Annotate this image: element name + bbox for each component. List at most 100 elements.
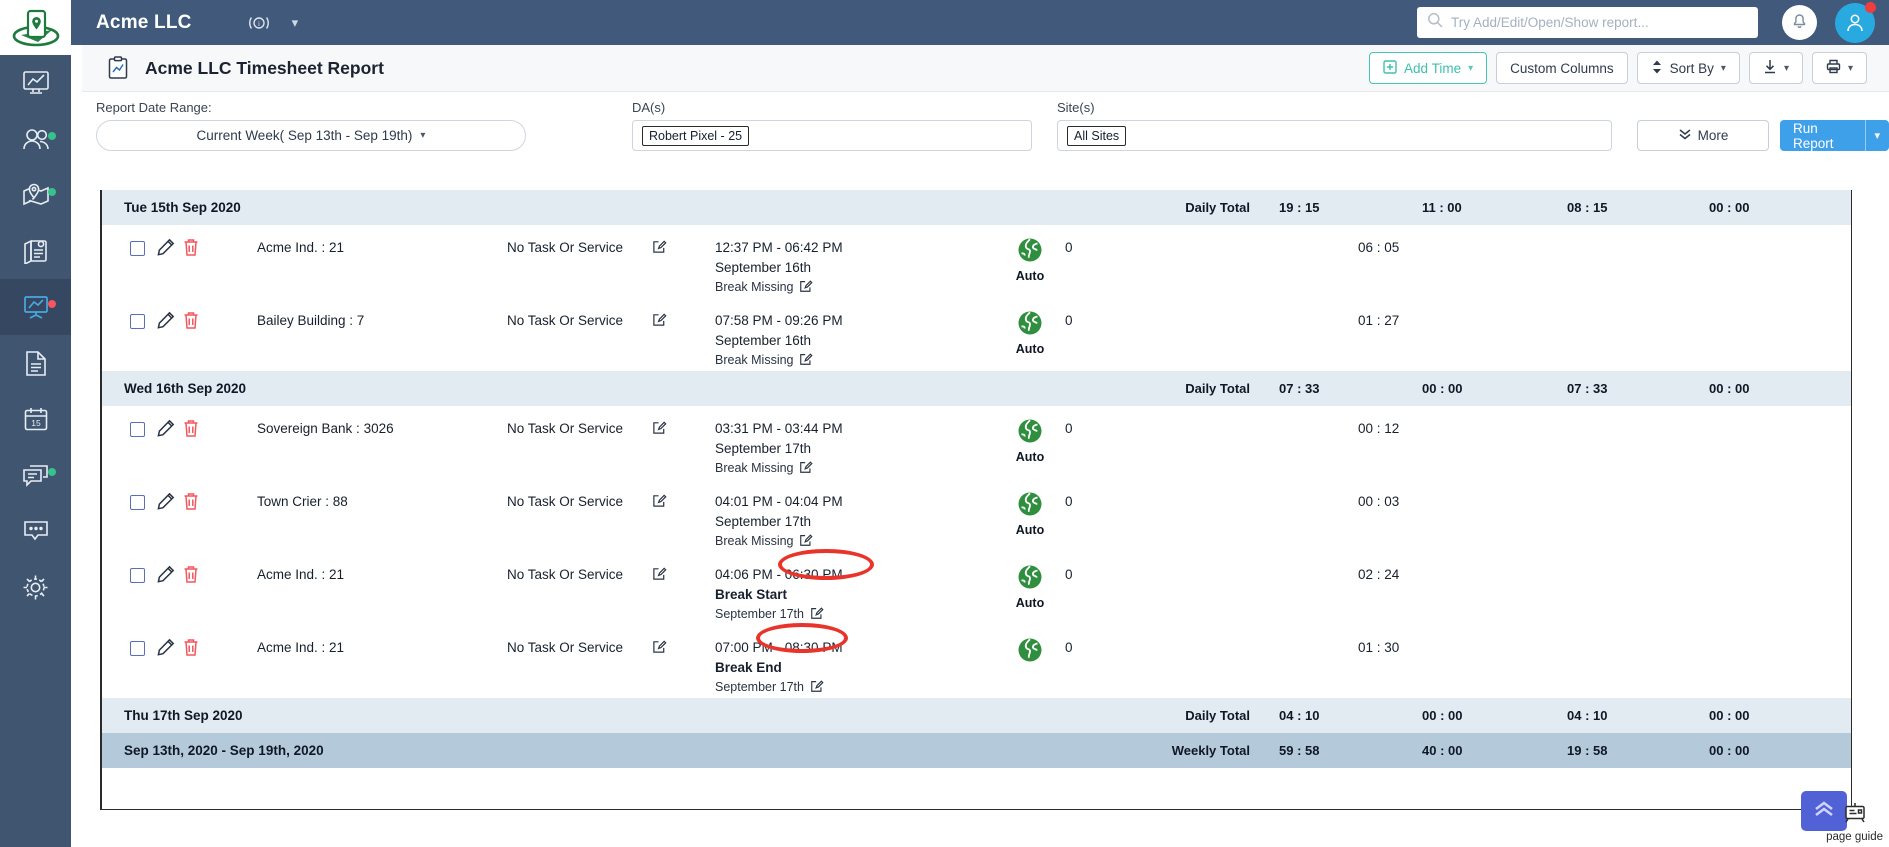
total-value: 04 : 10: [1279, 708, 1319, 723]
edit-note-icon[interactable]: [799, 533, 813, 552]
table-row[interactable]: Sovereign Bank : 3026No Task Or Service0…: [102, 406, 1851, 479]
sidebar-item-documents[interactable]: [0, 335, 71, 391]
time-range: 12:37 PM - 06:42 PM: [715, 240, 843, 255]
delete-row-icon[interactable]: [182, 638, 200, 662]
chevron-down-icon[interactable]: ▾: [292, 15, 299, 31]
total-label: Weekly Total: [1160, 743, 1250, 758]
table-row[interactable]: Acme Ind. : 21No Task Or Service07:00 PM…: [102, 625, 1851, 698]
sort-by-button[interactable]: Sort By ▾: [1637, 52, 1740, 84]
row-checkbox[interactable]: [130, 422, 145, 437]
row-checkbox[interactable]: [130, 314, 145, 329]
status-dot-team: [48, 132, 56, 140]
site-chip[interactable]: All Sites: [1067, 126, 1126, 146]
table-row[interactable]: Bailey Building : 7No Task Or Service07:…: [102, 298, 1851, 371]
sidebar-item-dashboard[interactable]: [0, 55, 71, 111]
delete-row-icon[interactable]: [182, 419, 200, 443]
table-row[interactable]: Town Crier : 88No Task Or Service04:01 P…: [102, 479, 1851, 552]
custom-columns-button[interactable]: Custom Columns: [1496, 52, 1628, 84]
break-label: Break End: [715, 660, 782, 675]
date-range-value: Current Week( Sep 13th - Sep 19th): [197, 128, 413, 143]
chevron-down-icon: ▾: [1848, 63, 1853, 74]
sidebar-item-more[interactable]: [0, 503, 71, 559]
delete-row-icon[interactable]: [182, 238, 200, 262]
entry-date: September 17th: [715, 514, 811, 529]
edit-note-icon[interactable]: [810, 606, 824, 625]
global-search[interactable]: [1417, 7, 1758, 38]
edit-note-icon[interactable]: [652, 493, 667, 513]
row-checkbox[interactable]: [130, 241, 145, 256]
total-value: 59 : 58: [1279, 743, 1319, 758]
table-row[interactable]: Acme Ind. : 21No Task Or Service04:06 PM…: [102, 552, 1851, 625]
entry-date: September 16th: [715, 333, 811, 348]
row-checkbox[interactable]: [130, 495, 145, 510]
calendar-15-icon: 15: [23, 406, 49, 432]
da-chip[interactable]: Robert Pixel - 25: [642, 126, 749, 146]
task-name: No Task Or Service: [507, 421, 623, 436]
group-title: Tue 15th Sep 2020: [124, 200, 241, 215]
app-logo[interactable]: [0, 0, 71, 55]
edit-note-icon[interactable]: [652, 566, 667, 586]
chevron-down-icon[interactable]: ▾: [1865, 129, 1889, 142]
more-filters-button[interactable]: More: [1637, 120, 1769, 151]
sidebar-item-reports[interactable]: [0, 279, 71, 335]
run-report-button[interactable]: Run Report ▾: [1780, 120, 1889, 151]
table-row[interactable]: Acme Ind. : 21No Task Or Service12:37 PM…: [102, 225, 1851, 298]
status-dot-messages: [48, 468, 56, 476]
print-icon: [1826, 59, 1841, 77]
entry-date: September 17th: [715, 680, 804, 694]
source-label: Auto: [1002, 450, 1058, 464]
notifications-button[interactable]: [1782, 5, 1817, 40]
edit-note-icon[interactable]: [652, 639, 667, 659]
weekly-total-row: Sep 13th, 2020 - Sep 19th, 2020Weekly To…: [102, 733, 1851, 768]
sidebar-item-tasks[interactable]: [0, 223, 71, 279]
row-checkbox[interactable]: [130, 568, 145, 583]
date-range-select[interactable]: Current Week( Sep 13th - Sep 19th) ▾: [96, 120, 526, 151]
page-guide-icon: [1842, 803, 1868, 830]
delete-row-icon[interactable]: [182, 311, 200, 335]
da-select[interactable]: Robert Pixel - 25: [632, 120, 1032, 151]
sort-icon: [1651, 60, 1663, 77]
edit-row-icon[interactable]: [157, 492, 175, 515]
page-title: Acme LLC Timesheet Report: [145, 58, 384, 79]
edit-note-icon[interactable]: [652, 239, 667, 259]
edit-note-icon[interactable]: [799, 460, 813, 479]
bell-icon: [1790, 11, 1809, 35]
delete-row-icon[interactable]: [182, 492, 200, 516]
print-button[interactable]: ▾: [1812, 52, 1867, 84]
sidebar-item-settings[interactable]: [0, 559, 71, 615]
group-title: Thu 17th Sep 2020: [124, 708, 243, 723]
edit-row-icon[interactable]: [157, 238, 175, 261]
edit-row-icon[interactable]: [157, 311, 175, 334]
site-select[interactable]: All Sites: [1057, 120, 1612, 151]
info-broadcast-icon[interactable]: i: [248, 12, 270, 34]
sidebar-item-calendar[interactable]: 15: [0, 391, 71, 447]
edit-row-icon[interactable]: [157, 419, 175, 442]
edit-row-icon[interactable]: [157, 565, 175, 588]
sidebar-item-messages[interactable]: [0, 447, 71, 503]
site-label: Site(s): [1057, 100, 1095, 115]
sidebar-item-team[interactable]: [0, 111, 71, 167]
total-value: 00 : 00: [1709, 708, 1749, 723]
edit-note-icon[interactable]: [799, 279, 813, 298]
search-input[interactable]: [1451, 15, 1748, 30]
entry-date: September 16th: [715, 260, 811, 275]
da-label: DA(s): [632, 100, 665, 115]
page-guide-button[interactable]: page guide: [1826, 803, 1883, 843]
edit-note-icon[interactable]: [799, 352, 813, 371]
entry-date: September 17th: [715, 607, 804, 621]
total-value: 04 : 10: [1567, 708, 1607, 723]
globe-icon: [1010, 564, 1050, 595]
edit-row-icon[interactable]: [157, 638, 175, 661]
svg-text:i: i: [258, 20, 260, 28]
edit-note-icon[interactable]: [810, 679, 824, 698]
delete-row-icon[interactable]: [182, 565, 200, 589]
total-value: 07 : 33: [1567, 381, 1607, 396]
download-button[interactable]: ▾: [1749, 52, 1803, 84]
edit-note-icon[interactable]: [652, 420, 667, 440]
top-bar: Acme LLC i ▾: [71, 0, 1889, 45]
row-checkbox[interactable]: [130, 641, 145, 656]
sidebar-item-tracking[interactable]: [0, 167, 71, 223]
add-time-button[interactable]: Add Time ▾: [1369, 52, 1487, 84]
edit-note-icon[interactable]: [652, 312, 667, 332]
time-range: 04:01 PM - 04:04 PM: [715, 494, 843, 509]
